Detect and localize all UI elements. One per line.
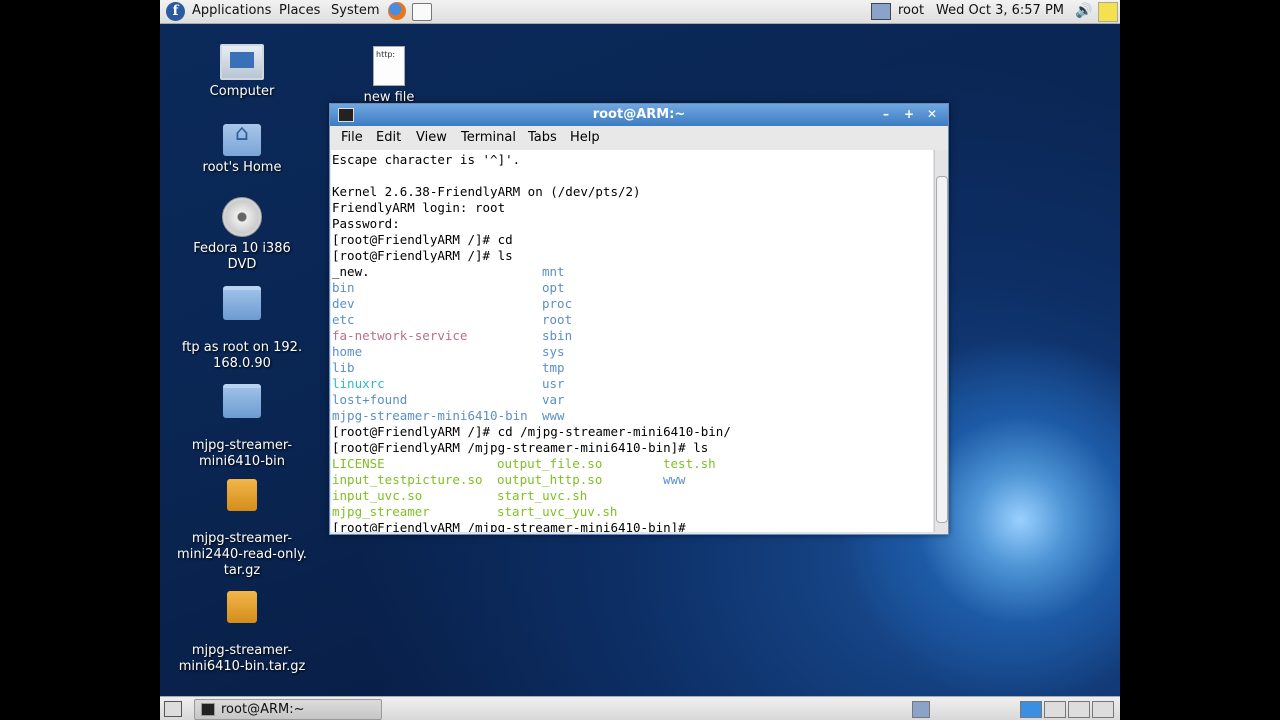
ls-entry: _new. [332, 264, 370, 279]
menu-help[interactable]: Help [570, 130, 600, 145]
ls-entry: opt [542, 280, 565, 295]
ls-entry: start_uvc_yuv.sh [497, 504, 618, 519]
menu-system[interactable]: System [331, 3, 379, 18]
terminal-window[interactable]: root@ARM:~ – + ✕ File Edit View Terminal… [329, 103, 949, 535]
ls-entry: mjpg_streamer [332, 504, 430, 519]
workspace-3[interactable] [1068, 701, 1090, 718]
maximize-button[interactable]: + [900, 107, 918, 122]
ls-entry: sys [542, 344, 565, 359]
terminal-line: FriendlyARM login: root [332, 200, 506, 215]
terminal-line: Escape character is '^]'. [332, 152, 521, 167]
notes-icon[interactable] [1098, 2, 1118, 22]
desktop-icon-dvd[interactable]: Fedora 10 i386 DVD [177, 197, 307, 273]
archive-icon [227, 591, 257, 623]
workspace-2[interactable] [1044, 701, 1066, 718]
desktop: f Applications Places System root Wed Oc… [160, 0, 1120, 720]
desktop-icon-home[interactable]: root's Home [177, 124, 307, 176]
workspace-4[interactable] [1092, 701, 1114, 718]
desktop-icon-computer[interactable]: Computer [177, 44, 307, 100]
minimize-button[interactable]: – [877, 107, 895, 122]
ls-entry: input_testpicture.so [332, 472, 483, 487]
menu-applications[interactable]: Applications [192, 3, 271, 18]
ls-entry: dev [332, 296, 355, 311]
terminal-line: Password: [332, 216, 400, 231]
file-icon: http: [373, 46, 405, 86]
ls-entry: etc [332, 312, 355, 327]
firefox-icon[interactable] [388, 2, 406, 20]
volume-icon[interactable]: 🔊 [1075, 3, 1092, 19]
ls-entry: www [663, 472, 686, 487]
terminal-line: [root@FriendlyARM /]# cd [332, 232, 513, 247]
menu-view[interactable]: View [416, 130, 447, 145]
ls-entry: tmp [542, 360, 565, 375]
ls-entry: output_file.so [497, 456, 603, 471]
ls-entry: test.sh [663, 456, 716, 471]
terminal-line: [root@FriendlyARM /mjpg-streamer-mini641… [332, 440, 709, 455]
ls-entry: root [542, 312, 573, 327]
menu-terminal[interactable]: Terminal [461, 130, 516, 145]
menu-places[interactable]: Places [279, 3, 320, 18]
desktop-icon-label: Computer [209, 84, 275, 99]
ls-entry: LICENSE [332, 456, 385, 471]
ls-entry: www [542, 408, 565, 423]
ls-entry: output_http.so [497, 472, 603, 487]
archive-icon [227, 479, 257, 511]
desktop-icon-new-file[interactable]: http: new file [324, 46, 454, 106]
terminal-prompt: [root@FriendlyARM /mjpg-streamer-mini641… [332, 520, 686, 532]
ls-entry: linuxrc [332, 376, 385, 391]
desktop-icon-mini6410-tar[interactable]: mjpg-streamer- mini6410-bin.tar.gz [177, 575, 307, 691]
fedora-logo-icon[interactable]: f [166, 2, 185, 21]
desktop-icon-label: root's Home [202, 160, 282, 175]
scrollbar-thumb[interactable] [936, 176, 948, 523]
desktop-icon-label: mjpg-streamer- mini6410-bin.tar.gz [178, 643, 306, 674]
ls-entry: start_uvc.sh [497, 488, 588, 503]
ls-entry: fa-network-service [332, 328, 468, 343]
window-title: root@ARM:~ [592, 107, 686, 122]
scrollbar[interactable] [934, 150, 948, 532]
file-icon-text: http: [376, 50, 396, 59]
terminal-line: [root@FriendlyARM /]# ls [332, 248, 513, 263]
terminal-output[interactable]: Escape character is '^]'. Kernel 2.6.38-… [331, 150, 933, 532]
title-bar[interactable]: root@ARM:~ – + ✕ [330, 104, 948, 126]
network-icon[interactable] [871, 3, 891, 20]
home-folder-icon [223, 124, 261, 156]
close-button[interactable]: ✕ [923, 107, 941, 122]
applet-icon[interactable] [912, 701, 930, 718]
bottom-panel: root@ARM:~ [160, 696, 1120, 720]
workspace-1[interactable] [1020, 701, 1042, 718]
ls-entry: sbin [542, 328, 573, 343]
terminal-icon [201, 703, 215, 716]
ls-entry: home [332, 344, 363, 359]
computer-icon [220, 44, 264, 80]
show-desktop-icon[interactable] [164, 701, 182, 717]
ls-entry: bin [332, 280, 355, 295]
menu-bar: File Edit View Terminal Tabs Help [330, 126, 948, 150]
user-label[interactable]: root [898, 3, 924, 18]
clock[interactable]: Wed Oct 3, 6:57 PM [936, 3, 1064, 18]
ls-entry: proc [542, 296, 573, 311]
network-folder-icon [223, 286, 261, 320]
menu-tabs[interactable]: Tabs [528, 130, 557, 145]
taskbar-button-label: root@ARM:~ [221, 702, 305, 717]
folder-icon [223, 384, 261, 418]
desktop-icon-label: mjpg-streamer- mini2440-read-only. tar.g… [177, 531, 307, 578]
terminal-line: Kernel 2.6.38-FriendlyARM on (/dev/pts/2… [332, 184, 641, 199]
mail-icon[interactable] [412, 3, 432, 21]
top-panel: f Applications Places System root Wed Oc… [160, 0, 1120, 24]
ls-entry: input_uvc.so [332, 488, 423, 503]
menu-file[interactable]: File [341, 130, 363, 145]
ls-entry: mnt [542, 264, 565, 279]
ls-entry: usr [542, 376, 565, 391]
ls-entry: mjpg-streamer-mini6410-bin [332, 408, 528, 423]
desktop-icon-label: Fedora 10 i386 DVD [193, 241, 291, 272]
ls-entry: lib [332, 360, 355, 375]
menu-edit[interactable]: Edit [376, 130, 401, 145]
dvd-icon [222, 197, 262, 237]
ls-entry: lost+found [332, 392, 408, 407]
terminal-line: [root@FriendlyARM /]# cd /mjpg-streamer-… [332, 424, 731, 439]
taskbar-button-terminal[interactable]: root@ARM:~ [194, 699, 382, 720]
ls-entry: var [542, 392, 565, 407]
